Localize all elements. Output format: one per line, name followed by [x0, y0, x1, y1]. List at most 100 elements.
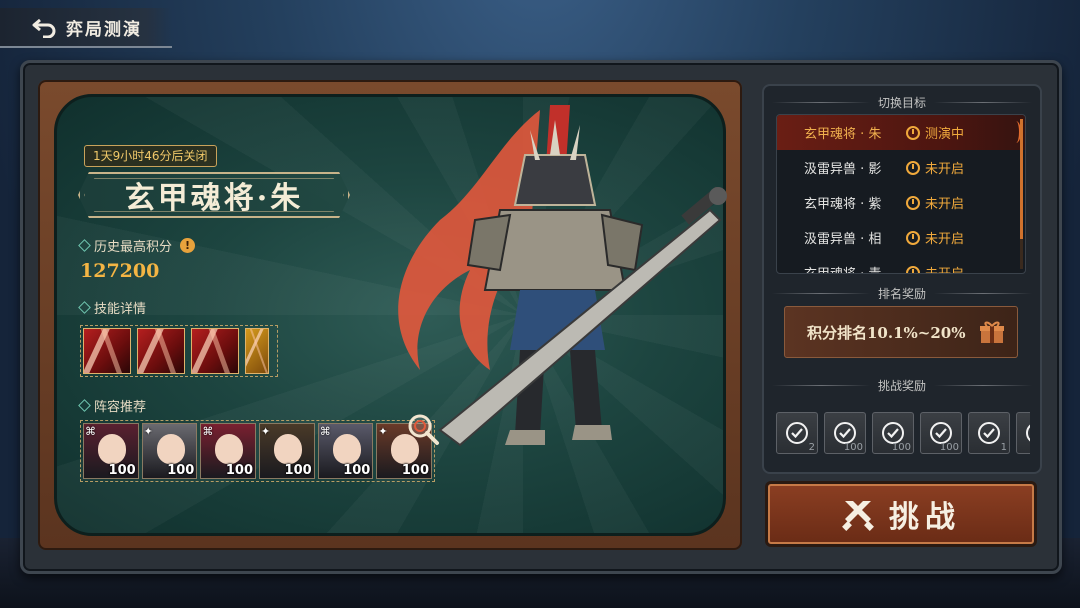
target-status: 未开启 — [906, 158, 964, 177]
claimed-check-icon — [930, 422, 952, 444]
info-icon[interactable]: ! — [180, 238, 196, 253]
hero-portrait[interactable]: ✦ 100 — [259, 423, 315, 479]
reward-item[interactable]: 100 — [920, 412, 962, 454]
claimed-check-icon — [834, 422, 856, 444]
target-status-text: 未开启 — [925, 197, 965, 212]
boss-name: 玄甲魂将·朱 — [124, 181, 304, 216]
skill-icon[interactable] — [83, 328, 131, 374]
zoom-magnifier-icon[interactable] — [405, 412, 441, 448]
target-name: 汲雷异兽 · 影 — [804, 162, 882, 177]
skills-section: 技能详情 — [78, 298, 147, 317]
team-label: 阵容推荐 — [94, 400, 147, 415]
skills-list — [80, 325, 278, 377]
team-section: 阵容推荐 — [78, 396, 147, 415]
target-name: 玄甲魂将 · 紫 — [804, 197, 882, 212]
hero-level: 100 — [225, 463, 254, 478]
back-arrow-icon[interactable] — [30, 15, 60, 39]
hero-level: 100 — [167, 463, 195, 478]
hero-level: 100 — [343, 463, 371, 478]
target-list[interactable]: 玄甲魂将 · 朱 测演中 汲雷异兽 · 影 未开启 玄甲魂将 · 紫 未开启 汲… — [776, 114, 1026, 274]
target-status: 未开启 — [906, 263, 964, 273]
clock-icon — [906, 195, 920, 210]
clock-icon — [906, 265, 920, 273]
hero-class-icon: ⌘ — [202, 425, 214, 438]
rank-reward-box[interactable]: 积分排名10.1%~20% — [784, 306, 1018, 358]
challenge-reward-heading: 挑战奖励 — [772, 376, 1033, 394]
crossed-swords-icon — [842, 501, 874, 531]
hero-class-icon: ⌘ — [85, 425, 96, 438]
hero-face — [274, 434, 303, 464]
hero-class-icon: ✦ — [143, 425, 153, 438]
divider — [934, 101, 1033, 103]
history-score-label: 历史最高积分 — [94, 240, 173, 255]
target-status: 未开启 — [906, 193, 964, 212]
skills-label: 技能详情 — [94, 302, 147, 317]
clock-icon — [906, 125, 920, 140]
rank-reward-heading: 排名奖励 — [772, 284, 1033, 302]
hero-portrait[interactable]: ⌘ 100 — [200, 423, 257, 479]
diamond-bullet-icon — [78, 239, 91, 252]
reward-item[interactable]: 100 — [872, 412, 914, 454]
divider — [772, 101, 870, 103]
close-timer-badge: 1天9小时46分后关闭 — [84, 145, 217, 167]
divider — [934, 384, 1033, 386]
switch-target-heading: 切换目标 — [772, 93, 1033, 111]
target-item[interactable]: 玄甲魂将 · 朱 测演中 — [777, 115, 1025, 150]
divider — [772, 292, 870, 294]
divider — [934, 292, 1033, 294]
skill-icon[interactable] — [191, 328, 239, 374]
hero-level: 100 — [401, 463, 430, 478]
reward-item[interactable]: 100 — [824, 412, 866, 454]
target-item[interactable]: 汲雷异兽 · 相 未开启 — [777, 220, 1025, 255]
target-status-text: 未开启 — [925, 232, 965, 247]
target-item[interactable]: 玄甲魂将 · 紫 未开启 — [777, 185, 1025, 220]
reward-item[interactable]: 1 — [968, 412, 1010, 454]
history-score-value: 127200 — [80, 260, 160, 282]
boss-name-banner: 玄甲魂将·朱 — [78, 172, 350, 218]
page-title: 弈局测演 — [66, 19, 142, 40]
challenge-button[interactable]: 挑战 — [768, 484, 1034, 544]
scrollbar-thumb[interactable] — [1020, 119, 1023, 239]
claimed-check-icon — [882, 422, 904, 444]
header-bar: 弈局测演 — [0, 8, 172, 48]
hero-level: 100 — [284, 463, 312, 478]
target-item[interactable]: 汲雷异兽 · 影 未开启 — [777, 150, 1025, 185]
challenge-reward-list: 2 100 100 100 1 — [776, 412, 1030, 458]
target-name: 汲雷异兽 · 相 — [804, 232, 882, 247]
reward-count: 100 — [843, 442, 863, 453]
reward-item[interactable]: 2 — [776, 412, 818, 454]
target-status-text: 未开启 — [925, 263, 964, 273]
target-name: 玄甲魂将 · 青 — [804, 263, 906, 273]
hero-portrait[interactable]: ⌘ 100 — [83, 423, 139, 479]
skill-icon[interactable] — [245, 328, 269, 374]
hero-face — [156, 434, 185, 464]
diamond-bullet-icon — [78, 399, 91, 412]
boss-character-art — [398, 105, 727, 447]
divider — [772, 384, 870, 386]
hero-class-icon: ✦ — [261, 425, 271, 438]
reward-item[interactable] — [1016, 412, 1030, 454]
reward-count: 100 — [939, 442, 959, 453]
challenge-button-label: 挑战 — [889, 500, 961, 535]
rank-reward-text: 积分排名10.1%~20% — [807, 323, 966, 342]
hero-portrait[interactable]: ✦ 100 — [141, 423, 198, 479]
diamond-bullet-icon — [78, 301, 91, 314]
rank-reward-label: 排名奖励 — [878, 286, 927, 301]
clock-icon — [906, 160, 920, 175]
target-status-text: 未开启 — [925, 162, 965, 177]
hero-face — [332, 434, 361, 464]
hero-level: 100 — [108, 463, 136, 478]
reward-count: 2 — [808, 442, 815, 453]
hero-portrait[interactable]: ⌘ 100 — [317, 423, 374, 479]
gift-icon — [980, 321, 1004, 343]
history-score-section: 历史最高积分 ! — [78, 236, 196, 255]
target-name: 玄甲魂将 · 朱 — [804, 127, 882, 142]
target-status: 未开启 — [906, 228, 964, 247]
list-scrollbar[interactable] — [1020, 119, 1023, 269]
skill-icon[interactable] — [137, 328, 185, 374]
target-item[interactable]: 玄甲魂将 · 青 未开启 — [777, 255, 1025, 273]
claimed-check-icon — [1026, 422, 1030, 444]
claimed-check-icon — [978, 422, 1000, 444]
hero-class-icon: ⌘ — [319, 425, 331, 438]
clock-icon — [906, 230, 920, 245]
